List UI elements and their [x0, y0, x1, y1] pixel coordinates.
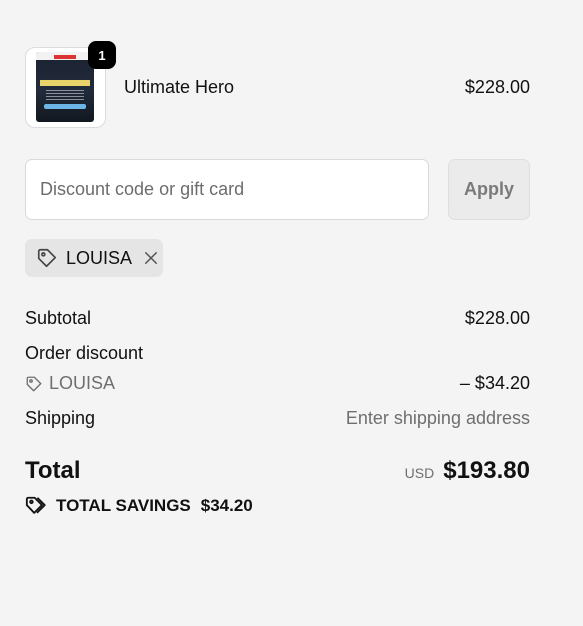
- tag-icon: [37, 248, 57, 268]
- subtotal-row: Subtotal $228.00: [25, 308, 530, 329]
- subtotal-label: Subtotal: [25, 308, 92, 328]
- order-discount-label: Order discount: [25, 343, 144, 363]
- remove-discount-icon[interactable]: [142, 249, 160, 267]
- discount-code-label: LOUISA: [49, 373, 116, 393]
- savings-tags-icon: [25, 496, 46, 514]
- shipping-value: Enter shipping address: [345, 408, 530, 428]
- order-discount-row: Order discount: [25, 343, 530, 364]
- total-amount: USD $193.80: [405, 457, 530, 485]
- applied-discount-code: LOUISA: [66, 247, 133, 268]
- cart-line-item: 1 Ultimate Hero $228.00: [25, 41, 530, 128]
- apply-button[interactable]: Apply: [448, 159, 530, 220]
- tag-icon: [26, 376, 42, 391]
- total-value: $193.80: [443, 457, 530, 484]
- shipping-label: Shipping: [25, 408, 96, 428]
- total-label: Total: [25, 457, 81, 484]
- discount-value: – $34.20: [459, 373, 530, 393]
- applied-discount-chip: LOUISA: [25, 239, 163, 277]
- total-savings: TOTAL SAVINGS $34.20: [25, 495, 253, 517]
- product-name: Ultimate Hero: [124, 77, 235, 97]
- savings-value: $34.20: [200, 496, 253, 515]
- quantity-badge: 1: [88, 41, 116, 69]
- discount-detail-row: LOUISA – $34.20: [25, 373, 530, 394]
- product-image: [36, 52, 94, 122]
- subtotal-value: $228.00: [464, 308, 530, 328]
- currency-code: USD: [404, 465, 435, 481]
- savings-label: TOTAL SAVINGS: [56, 496, 191, 515]
- discount-code-input[interactable]: [25, 159, 429, 220]
- product-thumbnail: 1: [25, 41, 116, 128]
- product-price: $228.00: [464, 77, 530, 97]
- shipping-row: Shipping Enter shipping address: [25, 408, 530, 429]
